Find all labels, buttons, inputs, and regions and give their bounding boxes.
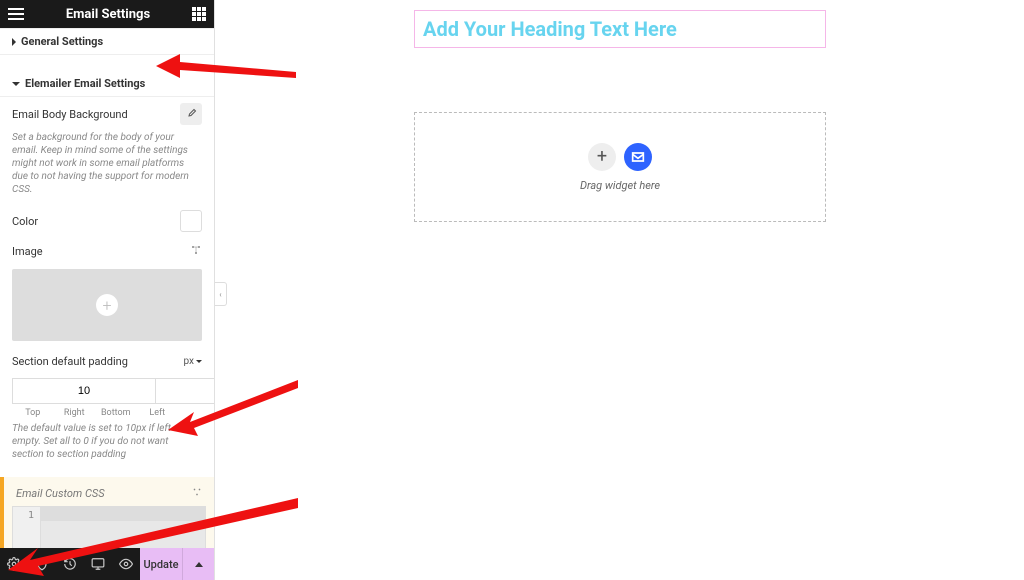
image-label: Image — [12, 245, 43, 258]
history-icon[interactable] — [56, 548, 84, 580]
panel-collapse-handle[interactable]: ‹ — [215, 282, 227, 306]
dropzone-actions: + — [588, 143, 652, 171]
plus-icon: + — [96, 294, 118, 316]
bottom-toolbar: Update — [0, 548, 214, 580]
elemailer-widgets-button[interactable] — [624, 143, 652, 171]
padding-desc: The default value is set to 10px if left… — [0, 422, 214, 469]
padding-label: Section default padding — [12, 355, 128, 368]
padding-side-labels: Top Right Bottom Left — [0, 408, 214, 422]
image-row: Image — [0, 238, 214, 265]
image-upload-area[interactable]: + — [12, 269, 202, 341]
css-code-area[interactable] — [41, 507, 205, 548]
add-section-button[interactable]: + — [588, 143, 616, 171]
responsive-icon[interactable] — [84, 548, 112, 580]
update-button[interactable]: Update — [140, 548, 182, 580]
heading-text: Add Your Heading Text Here — [423, 17, 677, 41]
css-line-gutter: 1 — [13, 507, 41, 548]
navigator-icon[interactable] — [28, 548, 56, 580]
body-bg-desc: Set a background for the body of your em… — [0, 131, 214, 204]
heading-widget[interactable]: Add Your Heading Text Here — [414, 10, 826, 48]
color-label: Color — [12, 215, 38, 228]
custom-css-editor[interactable]: 1 — [12, 506, 206, 548]
empty-section-dropzone[interactable]: + Drag widget here — [414, 112, 826, 222]
section-label: Elemailer Email Settings — [25, 77, 145, 90]
dynamic-tags-icon[interactable] — [190, 244, 202, 259]
section-general-settings[interactable]: General Settings — [0, 28, 214, 55]
chevron-down-icon — [12, 82, 20, 86]
preview-icon[interactable] — [112, 548, 140, 580]
settings-sidebar: Email Settings General Settings Elemaile… — [0, 0, 215, 580]
body-bg-row: Email Body Background — [0, 97, 214, 131]
chevron-right-icon — [12, 38, 16, 46]
settings-body: Email Body Background Set a background f… — [0, 97, 214, 548]
padding-top-input[interactable] — [12, 378, 156, 404]
editor-canvas: ‹ Add Your Heading Text Here + Drag widg… — [215, 0, 1024, 580]
padding-header: Section default padding px — [0, 349, 214, 374]
section-elemailer-settings[interactable]: Elemailer Email Settings — [0, 71, 214, 97]
dropzone-label: Drag widget here — [580, 179, 660, 192]
padding-unit-select[interactable]: px — [183, 356, 202, 367]
body-bg-label: Email Body Background — [12, 108, 128, 121]
settings-icon[interactable] — [0, 548, 28, 580]
custom-css-header: Email Custom CSS — [12, 485, 206, 506]
padding-right-input[interactable] — [155, 378, 214, 404]
custom-css-label: Email Custom CSS — [16, 487, 105, 500]
paintbrush-icon — [185, 108, 197, 120]
widgets-grid-icon[interactable] — [192, 7, 206, 21]
envelope-icon — [630, 149, 646, 165]
dynamic-tags-icon[interactable] — [192, 487, 202, 500]
chevron-down-icon — [196, 360, 202, 363]
save-options-button[interactable] — [182, 548, 214, 580]
menu-icon[interactable] — [8, 8, 24, 20]
chevron-up-icon — [195, 562, 203, 567]
section-label: General Settings — [21, 35, 103, 48]
custom-css-section: Email Custom CSS 1 Warning: it might see… — [0, 477, 214, 548]
color-row: Color — [0, 204, 214, 238]
color-picker[interactable] — [180, 210, 202, 232]
body-bg-classic-button[interactable] — [180, 103, 202, 125]
panel-title: Email Settings — [66, 7, 150, 22]
panel-header: Email Settings — [0, 0, 214, 28]
padding-inputs — [0, 374, 214, 408]
